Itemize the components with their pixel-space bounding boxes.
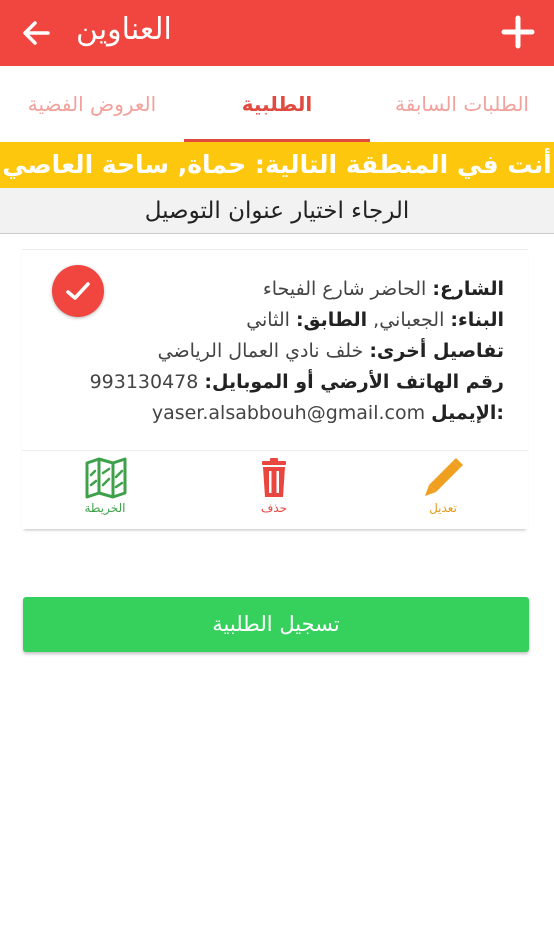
delete-label: حذف [260,501,288,515]
edit-label: تعديل [429,501,457,515]
delete-button[interactable]: حذف [219,451,329,527]
tab-order[interactable]: الطلبية [184,66,370,142]
address-details: الشارع: الحاضر شارع الفيحاء البناء: الجع… [64,274,504,429]
address-card[interactable]: الشارع: الحاضر شارع الفيحاء البناء: الجع… [22,249,528,529]
tab-previous-orders[interactable]: الطلبات السابقة [370,66,554,142]
email-value: yaser.alsabbouh@gmail.com [151,402,426,424]
tab-bar: الطلبات السابقة الطلبية العروض الفضية [0,66,554,142]
edit-button[interactable]: تعديل [388,451,498,527]
street-value: الحاضر شارع الفيحاء [262,278,427,300]
floor-label: الطابق: [295,309,368,331]
app-bar: العناوين [0,0,554,66]
page-title: العناوين [76,12,172,47]
phone-row: رقم الهاتف الأرضي أو الموبايل: 993130478 [64,367,504,398]
email-row: :الإيميل yaser.alsabbouh@gmail.com [64,398,504,429]
map-label: الخريطة [84,501,126,515]
map-button[interactable]: الخريطة [50,451,160,527]
tab-silver-offers[interactable]: العروض الفضية [0,66,184,142]
phone-value: 993130478 [89,371,199,393]
building-row: البناء: الجعباني, الطابق: الثاني [64,305,504,336]
address-actions: تعديل حذف الخريطة [22,450,528,526]
building-value: الجعباني, [373,309,445,331]
add-plus-icon[interactable] [500,14,536,50]
submit-order-button[interactable]: تسجيل الطلبية [23,597,529,652]
other-details-value: خلف نادي العمال الرياضي [157,340,364,362]
back-arrow-icon[interactable] [18,15,54,51]
street-row: الشارع: الحاضر شارع الفيحاء [64,274,504,305]
other-details-row: تفاصيل أخرى: خلف نادي العمال الرياضي [64,336,504,367]
email-label: :الإيميل [431,402,504,424]
trash-icon [254,457,294,499]
map-icon [85,457,127,499]
floor-value: الثاني [246,309,290,331]
building-label: البناء: [450,309,504,331]
street-label: الشارع: [432,278,504,300]
phone-label: رقم الهاتف الأرضي أو الموبايل: [204,371,504,393]
instruction-text: الرجاء اختيار عنوان التوصيل [0,188,554,234]
pencil-icon [423,457,463,499]
other-details-label: تفاصيل أخرى: [369,340,504,362]
location-banner: أنت في المنطقة التالية: حماة, ساحة العاص… [0,142,554,188]
